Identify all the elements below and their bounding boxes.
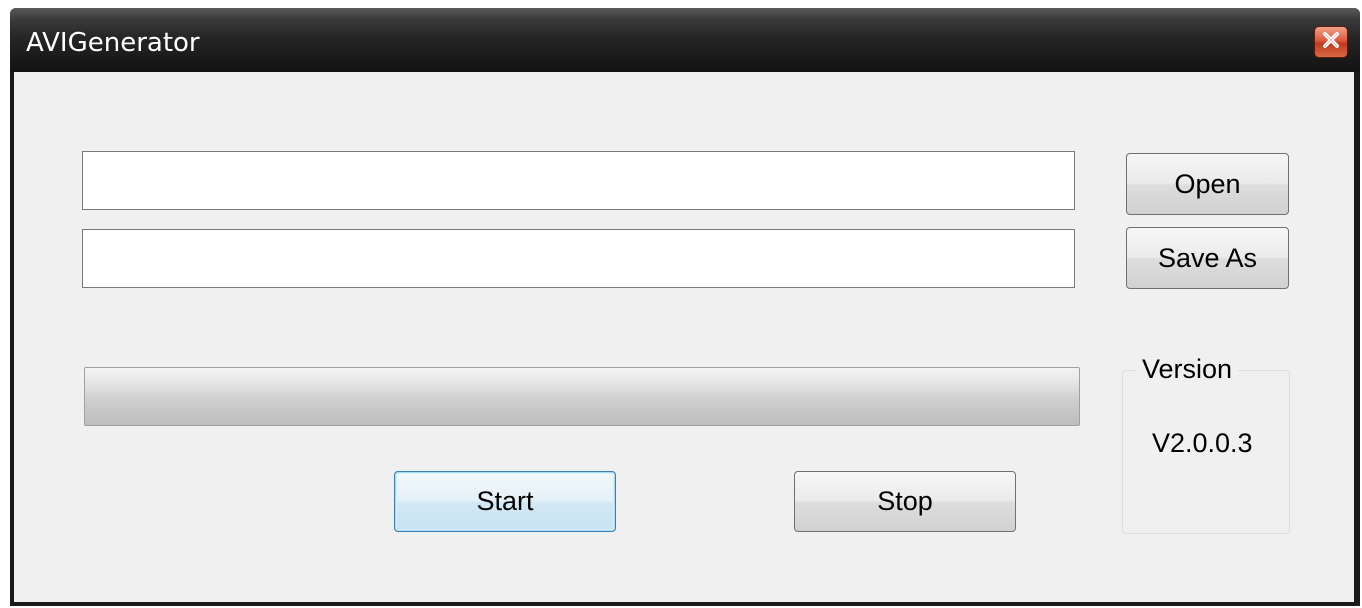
- close-icon: [1321, 30, 1341, 55]
- open-button[interactable]: Open: [1126, 153, 1289, 215]
- save-as-button[interactable]: Save As: [1126, 227, 1289, 289]
- open-button-label: Open: [1174, 168, 1241, 199]
- app-window: AVIGenerator Open Save As Start Stop Ver…: [10, 8, 1360, 606]
- progress-bar: [84, 367, 1080, 426]
- title-bar[interactable]: AVIGenerator: [10, 8, 1360, 72]
- source-path-input[interactable]: [82, 151, 1075, 210]
- save-as-button-label: Save As: [1157, 242, 1258, 273]
- start-button-label: Start: [476, 486, 534, 516]
- close-button[interactable]: [1314, 26, 1348, 58]
- version-value: V2.0.0.3: [1152, 428, 1253, 458]
- window-title: AVIGenerator: [26, 28, 200, 58]
- stop-button-label: Stop: [877, 486, 933, 516]
- start-button[interactable]: Start: [394, 471, 616, 532]
- stop-button[interactable]: Stop: [794, 471, 1016, 532]
- output-path-input[interactable]: [82, 229, 1075, 288]
- version-group-label: Version: [1136, 354, 1239, 385]
- client-area: Open Save As Start Stop Version V2.0.0.3: [14, 72, 1354, 602]
